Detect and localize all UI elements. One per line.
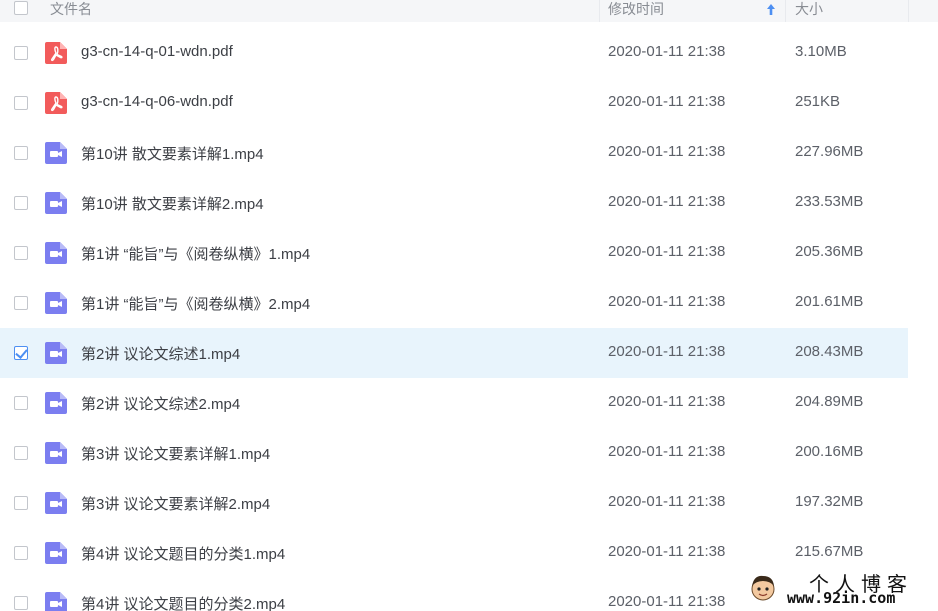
row-checkbox[interactable] <box>14 546 28 560</box>
file-name[interactable]: 第4讲 议论文题目的分类2.mp4 <box>81 593 285 611</box>
pdf-file-icon <box>45 42 67 64</box>
modified-time: 2020-01-11 21:38 <box>608 43 726 60</box>
file-name[interactable]: 第1讲 “能旨”与《阅卷纵横》1.mp4 <box>81 243 310 264</box>
column-divider[interactable] <box>785 0 786 22</box>
row-checkbox[interactable] <box>14 146 28 160</box>
file-row[interactable]: 第2讲 议论文综述2.mp4 2020-01-11 21:38 204.89MB <box>0 378 908 428</box>
file-size: 201.61MB <box>795 293 864 310</box>
row-checkbox[interactable] <box>14 296 28 310</box>
video-file-icon <box>45 592 67 611</box>
file-list-view: 文件名 修改时间 大小 g3-cn-14-q-01-wdn.pdf 2020-01… <box>0 0 938 611</box>
pdf-file-icon <box>45 92 67 114</box>
file-size: 208.43MB <box>795 343 864 360</box>
file-row[interactable]: 第10讲 散文要素详解1.mp4 2020-01-11 21:38 227.96MB <box>0 128 908 178</box>
file-name[interactable]: 第4讲 议论文题目的分类1.mp4 <box>81 543 285 564</box>
file-name[interactable]: g3-cn-14-q-01-wdn.pdf <box>81 43 233 60</box>
modified-time: 2020-01-11 21:38 <box>608 343 726 360</box>
file-size: 197.32MB <box>795 493 864 510</box>
modified-time: 2020-01-11 21:38 <box>608 293 726 310</box>
video-file-icon <box>45 442 67 464</box>
video-file-icon <box>45 142 67 164</box>
file-name[interactable]: g3-cn-14-q-06-wdn.pdf <box>81 93 233 110</box>
file-name[interactable]: 第3讲 议论文要素详解1.mp4 <box>81 443 270 464</box>
column-header-name[interactable]: 文件名 <box>50 0 92 20</box>
file-name[interactable]: 第10讲 散文要素详解1.mp4 <box>81 143 264 164</box>
video-file-icon <box>45 292 67 314</box>
file-size: 205.36MB <box>795 243 864 260</box>
row-checkbox[interactable] <box>14 396 28 410</box>
file-row[interactable]: g3-cn-14-q-06-wdn.pdf 2020-01-11 21:38 251… <box>0 78 908 128</box>
list-header: 文件名 修改时间 大小 <box>0 0 938 22</box>
column-divider[interactable] <box>599 0 600 22</box>
row-checkbox[interactable] <box>14 596 28 610</box>
file-row[interactable]: 第2讲 议论文综述1.mp4 2020-01-11 21:38 208.43MB <box>0 328 908 378</box>
modified-time: 2020-01-11 21:38 <box>608 593 726 610</box>
sort-ascending-icon[interactable] <box>765 2 777 16</box>
file-size: 204.89MB <box>795 393 864 410</box>
file-size: 251KB <box>795 93 841 110</box>
modified-time: 2020-01-11 21:38 <box>608 393 726 410</box>
column-header-time[interactable]: 修改时间 <box>608 0 664 20</box>
video-file-icon <box>45 492 67 514</box>
select-all-checkbox[interactable] <box>14 1 28 15</box>
row-checkbox[interactable] <box>14 96 28 110</box>
file-name[interactable]: 第10讲 散文要素详解2.mp4 <box>81 193 264 214</box>
file-row[interactable]: g3-cn-14-q-01-wdn.pdf 2020-01-11 21:38 3.1… <box>0 28 908 78</box>
row-checkbox[interactable] <box>14 346 28 360</box>
file-size: 233.53MB <box>795 193 864 210</box>
file-name[interactable]: 第3讲 议论文要素详解2.mp4 <box>81 493 270 514</box>
column-header-size[interactable]: 大小 <box>795 0 823 20</box>
modified-time: 2020-01-11 21:38 <box>608 443 726 460</box>
video-file-icon <box>45 392 67 414</box>
row-checkbox[interactable] <box>14 246 28 260</box>
file-name[interactable]: 第1讲 “能旨”与《阅卷纵横》2.mp4 <box>81 293 310 314</box>
file-row[interactable]: 第10讲 散文要素详解2.mp4 2020-01-11 21:38 233.53MB <box>0 178 908 228</box>
file-name[interactable]: 第2讲 议论文综述1.mp4 <box>81 343 240 364</box>
watermark-url: www.92in.com <box>787 589 896 607</box>
modified-time: 2020-01-11 21:38 <box>608 193 726 210</box>
row-checkbox[interactable] <box>14 196 28 210</box>
file-size: 227.96MB <box>795 143 864 160</box>
row-checkbox[interactable] <box>14 46 28 60</box>
checkmark-icon <box>15 346 28 359</box>
file-size: 200.16MB <box>795 443 864 460</box>
blog-avatar-icon <box>751 575 775 601</box>
file-size: 3.10MB <box>795 43 847 60</box>
modified-time: 2020-01-11 21:38 <box>608 143 726 160</box>
modified-time: 2020-01-11 21:38 <box>608 493 726 510</box>
file-row[interactable]: 第3讲 议论文要素详解1.mp4 2020-01-11 21:38 200.16MB <box>0 428 908 478</box>
file-row[interactable]: 第1讲 “能旨”与《阅卷纵横》2.mp4 2020-01-11 21:38 201.… <box>0 278 908 328</box>
file-row[interactable]: 第1讲 “能旨”与《阅卷纵横》1.mp4 2020-01-11 21:38 205.… <box>0 228 908 278</box>
row-checkbox[interactable] <box>14 496 28 510</box>
column-divider[interactable] <box>908 0 909 22</box>
video-file-icon <box>45 242 67 264</box>
video-file-icon <box>45 192 67 214</box>
file-row[interactable]: 第3讲 议论文要素详解2.mp4 2020-01-11 21:38 197.32MB <box>0 478 908 528</box>
video-file-icon <box>45 342 67 364</box>
file-size: 215.67MB <box>795 543 864 560</box>
file-name[interactable]: 第2讲 议论文综述2.mp4 <box>81 393 240 414</box>
video-file-icon <box>45 542 67 564</box>
modified-time: 2020-01-11 21:38 <box>608 543 726 560</box>
modified-time: 2020-01-11 21:38 <box>608 93 726 110</box>
row-checkbox[interactable] <box>14 446 28 460</box>
modified-time: 2020-01-11 21:38 <box>608 243 726 260</box>
watermark: 个人博客 www.92in.com <box>745 568 938 611</box>
